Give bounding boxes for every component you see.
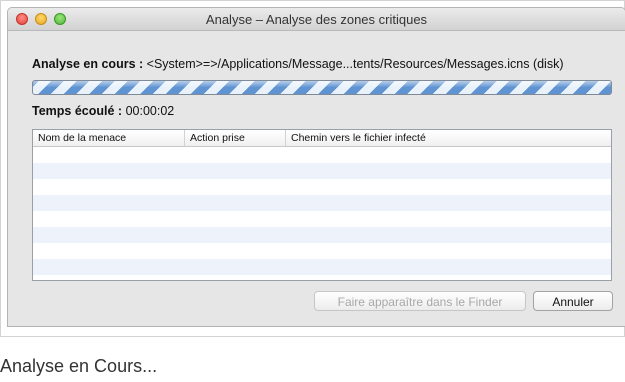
column-header-threat-name[interactable]: Nom de la menace [33,130,185,146]
table-row-empty [33,259,611,275]
caption-text: Analyse en Cours... [0,356,158,376]
scan-status: Analyse en cours : <System>=>/Applicatio… [32,57,564,71]
screenshot-frame: Analyse – Analyse des zones critiques An… [0,0,625,337]
threats-table-body [33,147,611,275]
table-row-empty [33,243,611,259]
scan-current-path: <System>=>/Applications/Message...tents/… [146,57,564,71]
show-in-finder-button[interactable]: Faire apparaître dans le Finder [314,291,526,311]
column-header-action-taken[interactable]: Action prise [185,130,286,146]
cancel-button[interactable]: Annuler [533,291,613,311]
scan-progress-bar [32,80,612,95]
elapsed-time-value: 00:00:02 [125,104,175,118]
elapsed-time: Temps écoulé : 00:00:02 [32,104,174,118]
table-row-empty [33,227,611,243]
threats-table[interactable]: Nom de la menace Action prise Chemin ver… [32,129,612,281]
scan-status-label: Analyse en cours : [32,57,144,71]
threats-table-header: Nom de la menace Action prise Chemin ver… [33,130,611,147]
elapsed-time-label: Temps écoulé : [32,104,123,118]
table-row-empty [33,211,611,227]
title-bar[interactable]: Analyse – Analyse des zones critiques [8,8,625,31]
window-title: Analyse – Analyse des zones critiques [205,12,428,27]
scan-window: Analyse – Analyse des zones critiques An… [7,7,625,327]
column-header-infected-file-path[interactable]: Chemin vers le fichier infecté [286,130,611,146]
table-row-empty [33,147,611,163]
table-row-empty [33,163,611,179]
table-row-empty [33,195,611,211]
table-row-empty [33,179,611,195]
